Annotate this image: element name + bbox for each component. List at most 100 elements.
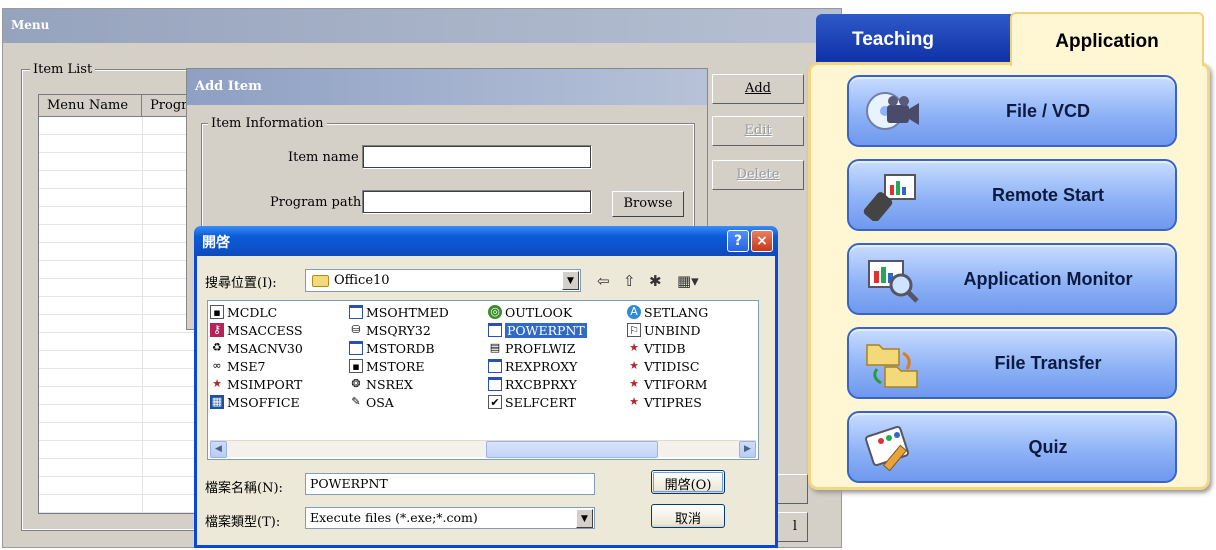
item-name-label: Item name — [288, 150, 359, 165]
file-item[interactable]: ✔ SELFCERT — [488, 393, 627, 411]
unbind-icon: ⚐ — [627, 323, 641, 337]
column-header-menu-name[interactable]: Menu Name — [39, 95, 143, 116]
close-button[interactable]: × — [751, 230, 773, 252]
view-menu-icon[interactable]: ▦▾ — [677, 272, 699, 290]
filetype-label: 檔案類型(T): — [205, 515, 281, 530]
office-icon: ▦ — [210, 395, 224, 409]
file-item[interactable]: ▪ MSTORE — [349, 357, 488, 375]
app-icon: ▪ — [349, 359, 363, 373]
new-folder-icon[interactable]: ✱ — [649, 272, 662, 290]
file-vcd-label: File / VCD — [1005, 101, 1090, 121]
file-item[interactable]: ∞ MSE7 — [210, 357, 349, 375]
file-name: SELFCERT — [505, 394, 576, 410]
file-item[interactable]: ▪ MCDLC — [210, 303, 349, 321]
file-name: MSOHTMED — [366, 304, 449, 320]
file-name: UNBIND — [644, 322, 701, 338]
file-item[interactable]: ▤ PROFLWIZ — [488, 339, 627, 357]
horizontal-scrollbar[interactable]: ◀ ▶ — [210, 440, 756, 458]
file-item[interactable]: REXPROXY — [488, 357, 627, 375]
open-dialog-title: 開啓 — [202, 235, 230, 251]
file-transfer-label: File Transfer — [994, 353, 1102, 373]
window-icon — [349, 341, 363, 355]
star-icon: ★ — [629, 359, 639, 372]
file-name: REXPROXY — [505, 358, 578, 374]
file-vcd-button[interactable]: File / VCD — [847, 75, 1177, 147]
language-icon: A — [627, 305, 641, 319]
remote-start-label: Remote Start — [991, 185, 1105, 205]
file-grid: ▪ MCDLC ⚷ MSACCESS ♻ MSACNV30 ∞ MSE7 ★ MSIMPORT ▦ M… — [210, 303, 757, 411]
remote-start-button[interactable]: Remote Start — [847, 159, 1177, 231]
file-item[interactable]: ⚷ MSACCESS — [210, 321, 349, 339]
file-item[interactable]: MSTORDB — [349, 339, 488, 357]
help-button[interactable]: ? — [727, 230, 749, 252]
up-folder-icon[interactable]: ⇧ — [623, 272, 636, 290]
file-item[interactable]: ◎ OUTLOOK — [488, 303, 627, 321]
file-item[interactable]: ❂ NSREX — [349, 375, 488, 393]
cancel-button[interactable]: 取消 — [651, 504, 725, 528]
chevron-down-icon[interactable]: ▼ — [562, 271, 579, 290]
file-name: OUTLOOK — [505, 304, 573, 320]
file-item[interactable]: POWERPNT — [488, 321, 627, 339]
delete-button[interactable]: Delete — [712, 160, 804, 190]
item-name-input[interactable] — [362, 145, 592, 169]
file-item[interactable]: A SETLANG — [627, 303, 757, 321]
back-arrow-icon[interactable]: ⇦ — [597, 272, 610, 290]
open-file-dialog: 開啓 ? × 搜尋位置(I): Office10 ▼ ⇦ ⇧ ✱ ▦▾ ▪ MCD… — [194, 226, 778, 548]
file-name: OSA — [366, 394, 394, 410]
file-name: MSE7 — [227, 358, 266, 374]
access-icon: ⚷ — [210, 323, 224, 337]
tab-application[interactable]: Application — [1010, 12, 1204, 66]
filetype-value: Execute files (*.exe;*.com) — [310, 510, 478, 525]
open-button[interactable]: 開啓(O) — [651, 470, 725, 494]
file-item[interactable]: ▦ MSOFFICE — [210, 393, 349, 411]
tab-teaching[interactable]: Teaching — [816, 14, 1012, 64]
add-item-title: Add Item — [187, 69, 707, 105]
video-camera-icon — [866, 92, 919, 130]
file-name: MSOFFICE — [227, 394, 300, 410]
browse-button[interactable]: Browse — [612, 191, 684, 217]
file-item[interactable]: MSOHTMED — [349, 303, 488, 321]
application-monitor-button[interactable]: Application Monitor — [847, 243, 1177, 315]
star-icon: ★ — [629, 341, 639, 354]
window-icon — [349, 305, 363, 319]
scroll-right-icon[interactable]: ▶ — [739, 441, 756, 458]
file-item[interactable]: ⚐ UNBIND — [627, 321, 757, 339]
application-monitor-label: Application Monitor — [963, 269, 1133, 289]
program-path-input[interactable] — [362, 190, 592, 214]
add-button[interactable]: Add — [712, 74, 804, 104]
quiz-pencil-icon — [865, 425, 909, 472]
file-name: MSQRY32 — [366, 322, 431, 338]
wizard-icon: ▤ — [489, 341, 501, 354]
file-item[interactable]: ★ VTIDISC — [627, 357, 757, 375]
menu-window-title: Menu — [3, 9, 841, 43]
file-item[interactable]: ★ VTIFORM — [627, 375, 757, 393]
file-item[interactable]: RXCBPRXY — [488, 375, 627, 393]
scroll-left-icon[interactable]: ◀ — [210, 441, 227, 458]
filename-input[interactable]: POWERPNT — [305, 473, 595, 495]
chevron-down-icon[interactable]: ▼ — [576, 509, 593, 528]
file-item[interactable]: ★ VTIDB — [627, 339, 757, 357]
file-item[interactable]: ★ MSIMPORT — [210, 375, 349, 393]
file-list-pane[interactable]: ▪ MCDLC ⚷ MSACCESS ♻ MSACNV30 ∞ MSE7 ★ MSIMPORT ▦ M… — [207, 300, 759, 460]
file-name: MCDLC — [227, 304, 278, 320]
file-item[interactable]: ♻ MSACNV30 — [210, 339, 349, 357]
item-list-label: Item List — [30, 62, 96, 77]
file-item[interactable]: ★ VTIPRES — [627, 393, 757, 411]
look-in-label: 搜尋位置(I): — [205, 276, 277, 291]
filetype-select[interactable]: Execute files (*.exe;*.com) ▼ — [305, 507, 595, 529]
file-item[interactable]: ⛁ MSQRY32 — [349, 321, 488, 339]
file-transfer-button[interactable]: File Transfer — [847, 327, 1177, 399]
file-item[interactable]: ✎ OSA — [349, 393, 488, 411]
file-name: MSTORDB — [366, 340, 435, 356]
delete-button-label: Delete — [736, 167, 780, 182]
star-icon: ★ — [629, 395, 639, 408]
window-icon — [488, 359, 502, 373]
add-button-label: Add — [744, 81, 772, 96]
look-in-combo[interactable]: Office10 ▼ — [305, 269, 581, 292]
quiz-button[interactable]: Quiz — [847, 411, 1177, 483]
edit-button[interactable]: Edit — [712, 116, 804, 146]
filename-label: 檔案名稱(N): — [205, 481, 283, 496]
powerpoint-icon — [488, 323, 502, 337]
scroll-thumb[interactable] — [486, 441, 658, 458]
file-name: POWERPNT — [505, 322, 587, 338]
